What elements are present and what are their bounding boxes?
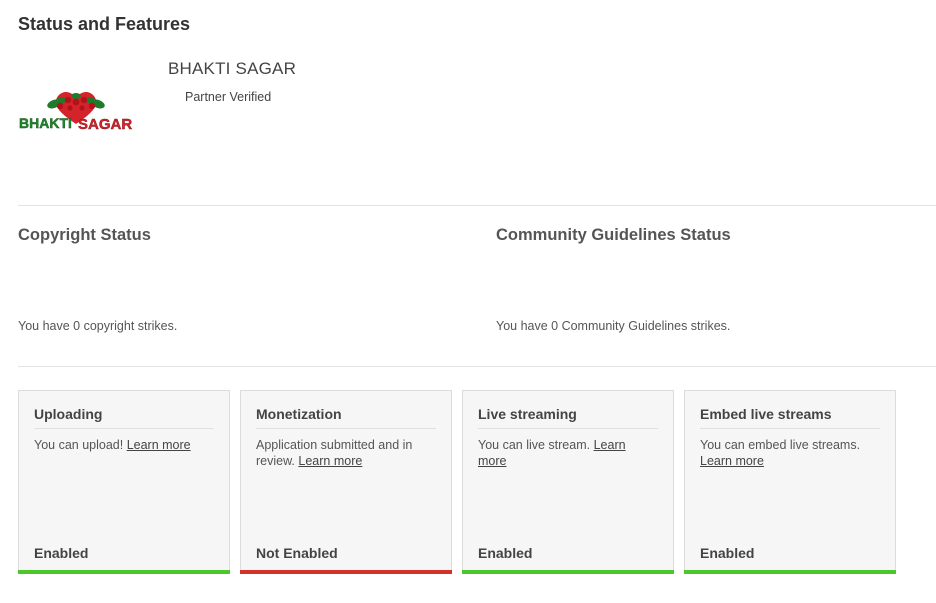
feature-card-description: You can embed live streams. Learn more bbox=[700, 437, 879, 469]
channel-info: BHAKTI SAGAR BHAKTI SAGAR Partner Verifi… bbox=[18, 56, 418, 156]
feature-card-description-text: You can live stream. bbox=[478, 438, 591, 452]
feature-card-title: Monetization bbox=[256, 406, 342, 422]
copyright-status-section: Copyright Status You have 0 copyright st… bbox=[18, 226, 458, 346]
feature-card-state: Not Enabled bbox=[256, 545, 338, 561]
divider bbox=[18, 366, 936, 367]
feature-card-uploading: Uploading You can upload! Learn more Ena… bbox=[18, 390, 230, 574]
community-guidelines-status-title: Community Guidelines Status bbox=[496, 226, 731, 244]
card-divider bbox=[478, 428, 658, 429]
copyright-status-text: You have 0 copyright strikes. bbox=[18, 319, 178, 333]
feature-card-description-text: You can upload! bbox=[34, 438, 124, 452]
feature-card-title: Live streaming bbox=[478, 406, 577, 422]
feature-card-description-text: You can embed live streams. bbox=[700, 438, 861, 452]
feature-card-embed-live-streams: Embed live streams You can embed live st… bbox=[684, 390, 896, 574]
partner-status: Partner Verified bbox=[185, 90, 272, 104]
feature-card-monetization: Monetization Application submitted and i… bbox=[240, 390, 452, 574]
logo-text-sagar: SAGAR bbox=[78, 116, 132, 133]
feature-card-description: You can live stream. Learn more bbox=[478, 437, 657, 469]
feature-card-title: Embed live streams bbox=[700, 406, 832, 422]
feature-card-description: Application submitted and in review. Lea… bbox=[256, 437, 435, 469]
community-guidelines-status-text: You have 0 Community Guidelines strikes. bbox=[496, 319, 731, 333]
learn-more-link[interactable]: Learn more bbox=[700, 454, 764, 468]
feature-card-state: Enabled bbox=[478, 545, 533, 561]
feature-status-bar bbox=[684, 570, 896, 574]
feature-card-state: Enabled bbox=[34, 545, 89, 561]
community-guidelines-status-section: Community Guidelines Status You have 0 C… bbox=[496, 226, 936, 346]
page-title: Status and Features bbox=[18, 14, 191, 34]
feature-card-state: Enabled bbox=[700, 545, 755, 561]
card-divider bbox=[700, 428, 880, 429]
learn-more-link[interactable]: Learn more bbox=[127, 438, 191, 452]
channel-logo[interactable]: BHAKTI SAGAR bbox=[18, 86, 138, 134]
feature-card-live-streaming: Live streaming You can live stream. Lear… bbox=[462, 390, 674, 574]
feature-status-bar bbox=[240, 570, 452, 574]
divider bbox=[18, 205, 936, 206]
logo-text-bhakti: BHAKTI bbox=[19, 115, 72, 131]
card-divider bbox=[256, 428, 436, 429]
channel-name: BHAKTI SAGAR bbox=[168, 59, 297, 78]
channel-logo-image: BHAKTI SAGAR bbox=[19, 92, 133, 133]
copyright-status-title: Copyright Status bbox=[18, 226, 151, 244]
card-divider bbox=[34, 428, 214, 429]
feature-card-title: Uploading bbox=[34, 406, 103, 422]
learn-more-link[interactable]: Learn more bbox=[298, 454, 362, 468]
feature-status-bar bbox=[462, 570, 674, 574]
feature-status-bar bbox=[18, 570, 230, 574]
feature-card-description: You can upload! Learn more bbox=[34, 437, 213, 453]
